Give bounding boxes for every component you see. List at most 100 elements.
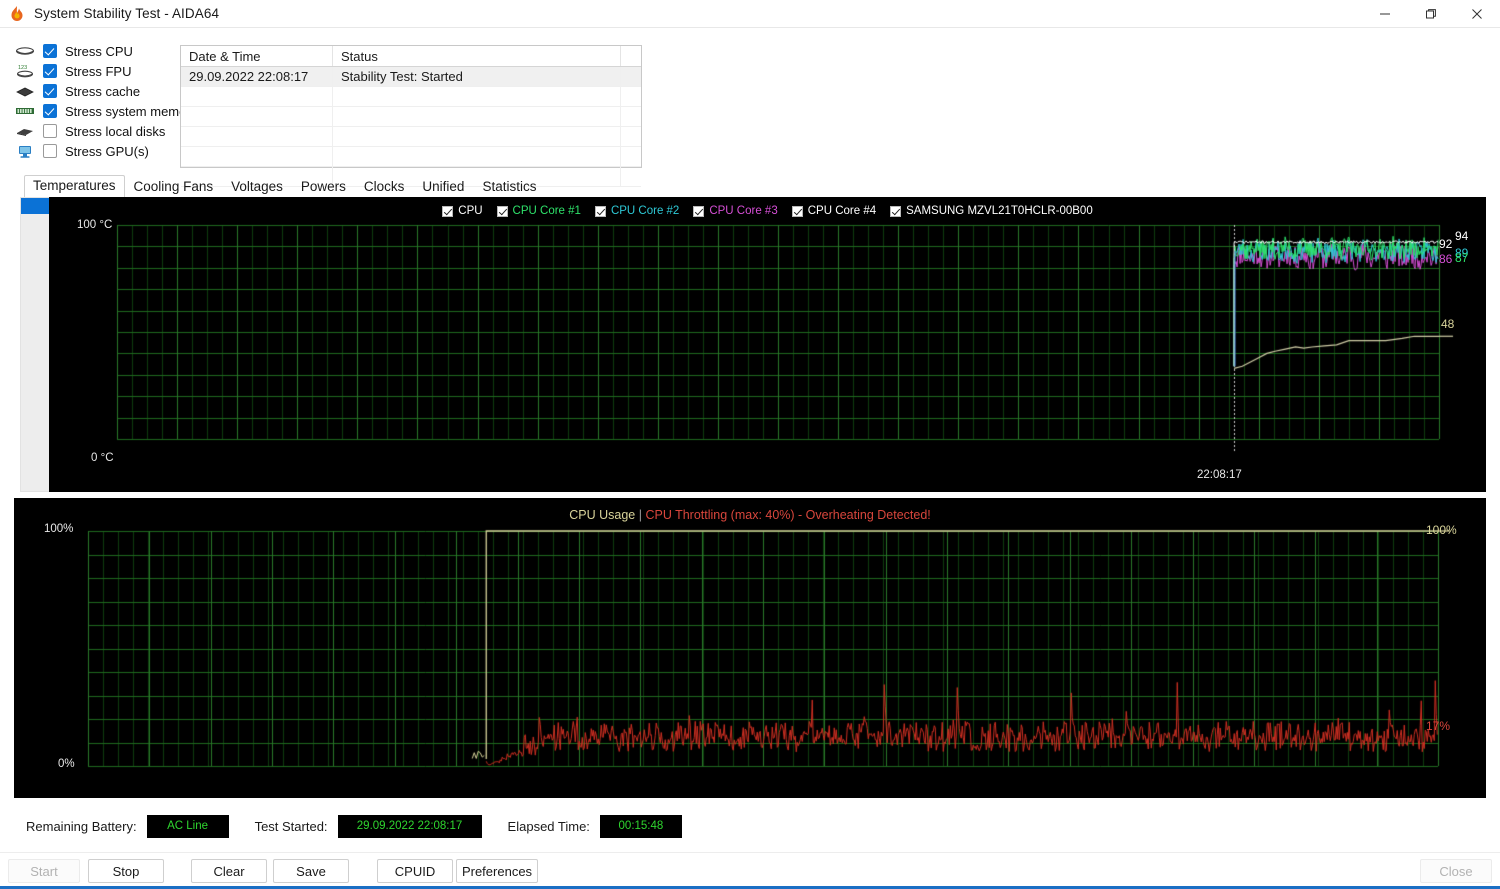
temp-value-ssd: 48 bbox=[1441, 317, 1455, 331]
table-row-empty[interactable] bbox=[181, 107, 641, 127]
stress-option-fpu[interactable]: 123 Stress FPU bbox=[14, 61, 194, 81]
stress-option-gpus[interactable]: Stress GPU(s) bbox=[14, 141, 194, 161]
status-bar: Remaining Battery: AC Line Test Started:… bbox=[0, 808, 1500, 844]
fpu-chip-icon: 123 bbox=[14, 62, 36, 80]
status-log-table[interactable]: Date & Time Status 29.09.2022 22:08:17 S… bbox=[180, 45, 642, 187]
legend-checkbox[interactable] bbox=[693, 205, 705, 217]
temperature-chart-panel: CPU CPU Core #1 CPU Core #2 CPU Core #3 … bbox=[14, 197, 1486, 494]
cell-empty bbox=[181, 147, 333, 166]
cell-empty bbox=[181, 127, 333, 146]
flame-icon bbox=[8, 5, 26, 23]
legend-checkbox[interactable] bbox=[594, 205, 606, 217]
stress-option-label: Stress GPU(s) bbox=[65, 143, 149, 159]
memory-module-icon bbox=[14, 102, 36, 120]
temp-x-tick-label: 22:08:17 bbox=[1197, 469, 1242, 481]
legend-checkbox[interactable] bbox=[791, 205, 803, 217]
window-title: System Stability Test - AIDA64 bbox=[34, 6, 220, 21]
tab-cooling-fans[interactable]: Cooling Fans bbox=[125, 177, 223, 198]
legend-item-cpu[interactable]: CPU bbox=[442, 205, 483, 217]
legend-checkbox[interactable] bbox=[890, 205, 902, 217]
checkbox-stress-cache[interactable] bbox=[43, 84, 57, 98]
tab-statistics[interactable]: Statistics bbox=[473, 177, 545, 198]
checkbox-stress-cpu[interactable] bbox=[43, 44, 57, 58]
usage-value-throttling: 17% bbox=[1426, 719, 1451, 733]
legend-item-cpu-core-2[interactable]: CPU Core #2 bbox=[594, 205, 679, 217]
table-header-row: Date & Time Status bbox=[181, 46, 641, 67]
checkbox-stress-gpus[interactable] bbox=[43, 144, 57, 158]
legend-item-cpu-core-1[interactable]: CPU Core #1 bbox=[496, 205, 581, 217]
cell-empty bbox=[333, 147, 621, 166]
temperature-legend: CPU CPU Core #1 CPU Core #2 CPU Core #3 … bbox=[49, 205, 1486, 217]
usage-title-warning: CPU Throttling (max: 40%) - Overheating … bbox=[645, 508, 931, 522]
table-row[interactable]: 29.09.2022 22:08:17 Stability Test: Star… bbox=[181, 67, 641, 87]
column-header-extra[interactable] bbox=[621, 46, 641, 66]
close-bottom-button[interactable]: Close bbox=[1420, 859, 1492, 883]
tab-powers[interactable]: Powers bbox=[292, 177, 355, 198]
start-button[interactable]: Start bbox=[8, 859, 80, 883]
stress-option-label: Stress CPU bbox=[65, 43, 133, 59]
stress-option-system-memory[interactable]: Stress system memory bbox=[14, 101, 197, 121]
cell-empty bbox=[333, 127, 621, 146]
cpuid-button[interactable]: CPUID bbox=[377, 859, 453, 883]
tab-temperatures[interactable]: Temperatures bbox=[24, 175, 125, 198]
stress-option-cpu[interactable]: Stress CPU bbox=[14, 41, 194, 61]
cell-status: Stability Test: Started bbox=[333, 67, 621, 86]
gpu-monitor-icon bbox=[14, 142, 36, 160]
legend-label: CPU bbox=[458, 205, 483, 217]
tab-unified[interactable]: Unified bbox=[413, 177, 473, 198]
stress-option-local-disks[interactable]: Stress local disks bbox=[14, 121, 194, 141]
legend-checkbox[interactable] bbox=[496, 205, 508, 217]
maximize-button[interactable] bbox=[1408, 0, 1454, 28]
cpu-usage-plot-canvas bbox=[14, 498, 1486, 798]
table-row-empty[interactable] bbox=[181, 127, 641, 147]
temp-axis-max-label: 100 °C bbox=[77, 219, 113, 231]
column-header-datetime[interactable]: Date & Time bbox=[181, 46, 333, 66]
save-button[interactable]: Save bbox=[273, 859, 349, 883]
elapsed-time-label: Elapsed Time: bbox=[507, 818, 590, 834]
column-header-status[interactable]: Status bbox=[333, 46, 621, 66]
hard-disk-icon bbox=[14, 122, 36, 140]
cpu-usage-chart[interactable]: CPU Usage | CPU Throttling (max: 40%) - … bbox=[14, 498, 1486, 798]
legend-label: CPU Core #3 bbox=[709, 205, 778, 217]
cell-empty bbox=[181, 107, 333, 126]
legend-label: SAMSUNG MZVL21T0HCLR-00B00 bbox=[906, 205, 1093, 217]
checkbox-stress-system-memory[interactable] bbox=[43, 104, 57, 118]
temp-value-cpu-core-3: 86 bbox=[1439, 252, 1453, 266]
stress-option-label: Stress FPU bbox=[65, 63, 132, 79]
clear-button[interactable]: Clear bbox=[191, 859, 267, 883]
checkbox-stress-local-disks[interactable] bbox=[43, 124, 57, 138]
svg-text:123: 123 bbox=[18, 65, 27, 71]
table-row-empty[interactable] bbox=[181, 87, 641, 107]
options-panel: Stress CPU 123 Stress FPU Stress cache S… bbox=[0, 29, 1500, 187]
stress-option-cache[interactable]: Stress cache bbox=[14, 81, 194, 101]
temperature-plot-canvas bbox=[49, 197, 1486, 492]
stress-option-label: Stress local disks bbox=[65, 123, 166, 139]
cell-empty bbox=[621, 147, 641, 166]
legend-label: CPU Core #1 bbox=[512, 205, 581, 217]
temperature-chart[interactable]: CPU CPU Core #1 CPU Core #2 CPU Core #3 … bbox=[49, 197, 1486, 492]
temp-value-cpu-core-1: 87 bbox=[1455, 251, 1469, 265]
close-button[interactable] bbox=[1454, 0, 1500, 28]
legend-item-samsung-ssd[interactable]: SAMSUNG MZVL21T0HCLR-00B00 bbox=[890, 205, 1093, 217]
table-row-empty[interactable] bbox=[181, 147, 641, 167]
test-started-label: Test Started: bbox=[254, 818, 328, 834]
tab-voltages[interactable]: Voltages bbox=[222, 177, 292, 198]
cell-extra bbox=[621, 67, 641, 86]
usage-title-separator: | bbox=[638, 508, 642, 522]
usage-title-primary: CPU Usage bbox=[569, 508, 636, 522]
temp-axis-min-label: 0 °C bbox=[91, 452, 114, 464]
legend-label: CPU Core #4 bbox=[807, 205, 877, 217]
remaining-battery-value: AC Line bbox=[146, 814, 229, 838]
tab-clocks[interactable]: Clocks bbox=[355, 177, 414, 198]
minimize-button[interactable] bbox=[1362, 0, 1408, 28]
legend-item-cpu-core-3[interactable]: CPU Core #3 bbox=[693, 205, 778, 217]
cell-empty bbox=[621, 127, 641, 146]
checkbox-stress-fpu[interactable] bbox=[43, 64, 57, 78]
legend-checkbox[interactable] bbox=[442, 205, 454, 217]
cell-empty bbox=[333, 87, 621, 106]
cell-empty bbox=[333, 107, 621, 126]
preferences-button[interactable]: Preferences bbox=[456, 859, 538, 883]
stop-button[interactable]: Stop bbox=[88, 859, 164, 883]
temp-value-cpu: 92 bbox=[1439, 237, 1453, 251]
legend-item-cpu-core-4[interactable]: CPU Core #4 bbox=[791, 205, 877, 217]
